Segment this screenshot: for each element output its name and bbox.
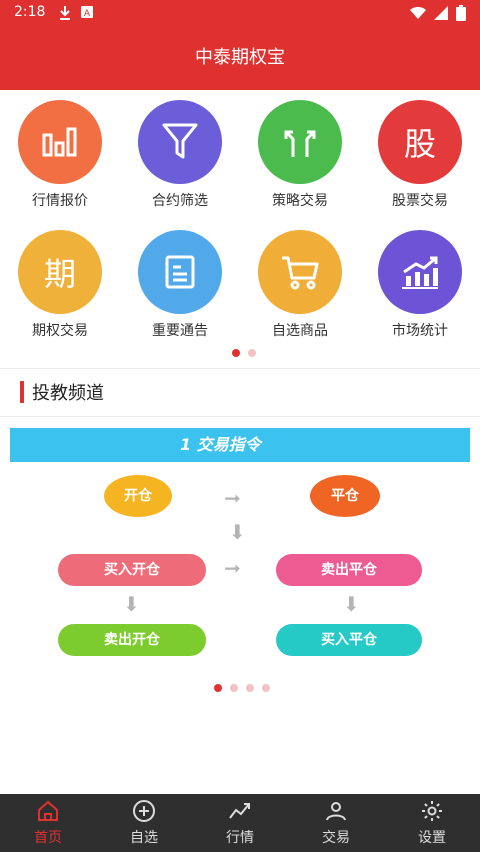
tab-watchlist[interactable]: 自选 [96, 794, 192, 852]
feature-label: 行情报价 [32, 193, 88, 209]
node-sell-open: 卖出开仓 [58, 624, 206, 656]
option-glyph-icon: 期 [18, 230, 102, 314]
banner-pager [214, 684, 270, 692]
trend-icon [229, 803, 250, 819]
market-stats-icon [378, 230, 462, 314]
bottom-tab-bar: 首页 自选 行情 交易 设置 [0, 794, 480, 852]
download-icon [58, 5, 72, 25]
grid-pager [232, 349, 256, 357]
status-time: 2:18 [14, 4, 46, 20]
arrow-right-icon: ➞ [224, 486, 241, 510]
feature-label: 重要通告 [152, 323, 208, 339]
feature-label: 股票交易 [392, 193, 448, 209]
battery-icon [456, 5, 466, 25]
pager-dot[interactable] [214, 684, 222, 692]
node-open: 开仓 [104, 475, 172, 517]
node-close: 平仓 [310, 475, 380, 517]
pager-dot[interactable] [232, 349, 240, 357]
feature-item-market-stats[interactable]: 市场统计 [360, 230, 480, 340]
arrow-down-icon: ⬇ [343, 592, 360, 616]
page-title: 中泰期权宝 [195, 47, 285, 68]
feature-label: 自选商品 [272, 323, 328, 339]
tab-label: 交易 [322, 830, 350, 846]
section-accent-bar [20, 381, 24, 403]
feature-item-filter[interactable]: 合约筛选 [120, 100, 240, 210]
feature-item-notice[interactable]: 重要通告 [120, 230, 240, 340]
section-title: 投教频道 [32, 383, 104, 404]
cart-icon [258, 230, 342, 314]
notice-icon [138, 230, 222, 314]
feature-item-watchlist[interactable]: 自选商品 [240, 230, 360, 340]
plus-circle-icon [133, 800, 155, 822]
feature-label: 策略交易 [272, 193, 328, 209]
feature-item-option-trade[interactable]: 期 期权交易 [0, 230, 120, 340]
filter-icon [138, 100, 222, 184]
tab-trade[interactable]: 交易 [288, 794, 384, 852]
feature-item-strategy[interactable]: 策略交易 [240, 100, 360, 210]
wifi-icon [410, 6, 426, 24]
tab-label: 设置 [418, 830, 446, 846]
divider [0, 368, 480, 369]
tab-quotes[interactable]: 行情 [192, 794, 288, 852]
tab-settings[interactable]: 设置 [384, 794, 480, 852]
split-arrows-icon [258, 100, 342, 184]
status-icons-right [410, 5, 466, 25]
pager-dot[interactable] [246, 684, 254, 692]
svg-text:A: A [84, 9, 91, 19]
tab-label: 行情 [226, 830, 254, 846]
status-bar: 2:18 A [0, 0, 480, 26]
node-buy-close: 买入平仓 [276, 624, 422, 656]
home-icon [38, 800, 58, 821]
gear-icon [422, 801, 442, 821]
user-icon [326, 802, 346, 821]
tab-label: 自选 [130, 830, 158, 846]
tab-home[interactable]: 首页 [0, 794, 96, 852]
arrow-down-icon: ⬇ [229, 520, 246, 544]
pager-dot[interactable] [248, 349, 256, 357]
divider [0, 416, 480, 417]
app-a-icon: A [80, 5, 94, 25]
pager-dot[interactable] [230, 684, 238, 692]
pager-dot[interactable] [262, 684, 270, 692]
arrow-down-icon: ⬇ [123, 592, 140, 616]
node-buy-open: 买入开仓 [58, 554, 206, 586]
feature-label: 合约筛选 [152, 193, 208, 209]
feature-item-stock-trade[interactable]: 股 股票交易 [360, 100, 480, 210]
status-icons-left: A [58, 5, 94, 25]
app-header: 中泰期权宝 [0, 26, 480, 90]
feature-item-quotes[interactable]: 行情报价 [0, 100, 120, 210]
node-sell-close: 卖出平仓 [276, 554, 422, 586]
tab-label: 首页 [34, 830, 62, 846]
bar-chart-icon [18, 100, 102, 184]
arrow-right-icon: ➞ [224, 556, 241, 580]
section-header: 投教频道 [20, 380, 104, 404]
signal-icon [434, 6, 448, 24]
stock-glyph-icon: 股 [378, 100, 462, 184]
feature-label: 市场统计 [392, 323, 448, 339]
feature-label: 期权交易 [32, 323, 88, 339]
banner-heading: 1 交易指令 [10, 428, 470, 462]
